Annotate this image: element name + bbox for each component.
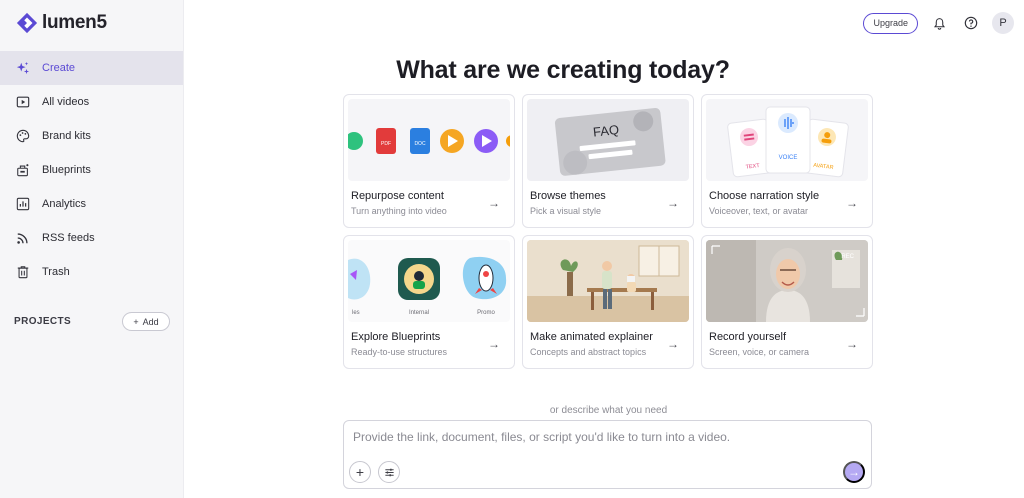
create-options-grid: PDF DOC Repurpose content Turn anything …	[343, 94, 874, 369]
card-subtitle: Voiceover, text, or avatar	[709, 206, 809, 216]
sidebar: lumen5 Create All videos Brand kits Blue…	[0, 0, 184, 498]
card-title: Make animated explainer	[530, 331, 653, 343]
card-title: Repurpose content	[351, 190, 444, 202]
arrow-right-icon: →	[488, 337, 500, 351]
projects-label: PROJECTS	[14, 316, 72, 327]
faq-label: FAQ	[592, 122, 619, 140]
card-media: PDF DOC	[348, 99, 510, 181]
plus-icon: +	[133, 316, 139, 327]
help-icon[interactable]	[960, 12, 982, 34]
card-media: TEXT AVATAR VOICE	[706, 99, 868, 181]
sidebar-item-create[interactable]: Create	[0, 51, 183, 85]
sidebar-item-trash[interactable]: Trash	[0, 255, 183, 289]
card-title: Choose narration style	[709, 190, 820, 202]
card-repurpose-content[interactable]: PDF DOC Repurpose content Turn anything …	[343, 94, 515, 228]
card-animated-explainer[interactable]: Make animated explainer Concepts and abs…	[522, 235, 694, 369]
card-subtitle: Ready-to-use structures	[351, 347, 448, 357]
add-project-label: Add	[142, 316, 159, 327]
card-subtitle: Pick a visual style	[530, 206, 602, 216]
sidebar-item-brand-kits[interactable]: Brand kits	[0, 119, 183, 153]
plus-icon: +	[355, 464, 365, 480]
arrow-right-icon: →	[846, 196, 858, 210]
logo-text: lumen5	[42, 12, 107, 33]
sidebar-nav: Create All videos Brand kits Blueprints	[0, 51, 183, 289]
rss-icon	[16, 231, 30, 245]
pdf-label: PDF	[381, 141, 391, 147]
topbar: Upgrade P	[863, 12, 1014, 34]
file-types-illustration: PDF DOC	[348, 128, 510, 154]
user-avatar[interactable]: P	[992, 12, 1014, 34]
palette-icon	[16, 129, 30, 143]
blueprint-icon	[16, 163, 30, 177]
narration-styles-illustration: TEXT AVATAR VOICE	[727, 106, 849, 178]
app-root: lumen5 Create All videos Brand kits Blue…	[0, 0, 1024, 498]
rec-label: REC	[841, 254, 854, 260]
settings-sliders-button[interactable]	[378, 461, 400, 483]
arrow-right-icon: →	[848, 465, 860, 479]
blueprint-label-3: Promo	[477, 310, 495, 316]
blueprints-illustration: les Internal Promo	[348, 256, 507, 316]
card-media: FAQ	[527, 99, 689, 181]
card-explore-blueprints[interactable]: les Internal Promo Explore Blueprints Re…	[343, 235, 515, 369]
arrow-right-icon: →	[846, 337, 858, 351]
arrow-right-icon: →	[667, 337, 679, 351]
lumen5-logo-icon	[16, 12, 38, 34]
sidebar-item-label: Blueprints	[42, 164, 91, 176]
record-preview-illustration: REC	[706, 240, 868, 322]
logo[interactable]: lumen5	[16, 12, 107, 34]
sidebar-item-rss-feeds[interactable]: RSS feeds	[0, 221, 183, 255]
sparkle-icon	[16, 61, 30, 75]
sidebar-item-label: Create	[42, 62, 76, 74]
card-title: Browse themes	[530, 190, 606, 202]
video-icon	[16, 95, 30, 109]
sidebar-item-label: All videos	[42, 96, 90, 108]
card-choose-narration[interactable]: TEXT AVATAR VOICE Choose narration style…	[701, 94, 873, 228]
sidebar-item-label: Analytics	[42, 198, 87, 210]
explainer-scene-illustration	[527, 240, 689, 322]
prompt-box[interactable]: Provide the link, document, files, or sc…	[343, 420, 872, 489]
bell-icon[interactable]	[928, 12, 950, 34]
prompt-input[interactable]: Provide the link, document, files, or sc…	[353, 430, 730, 444]
blueprint-label-2: Internal	[409, 310, 429, 316]
sliders-icon	[384, 468, 394, 476]
projects-section: PROJECTS + Add	[14, 312, 170, 331]
sidebar-item-label: Trash	[42, 266, 70, 278]
card-media: les Internal Promo	[348, 240, 510, 322]
arrow-right-icon: →	[488, 196, 500, 210]
card-subtitle: Turn anything into video	[351, 206, 447, 216]
blueprint-label-1: les	[352, 310, 360, 316]
voice-label: VOICE	[779, 155, 798, 161]
upgrade-button[interactable]: Upgrade	[863, 12, 918, 34]
card-media	[527, 240, 689, 322]
card-subtitle: Concepts and abstract topics	[530, 347, 647, 357]
card-browse-themes[interactable]: FAQ Browse themes Pick a visual style →	[522, 94, 694, 228]
sidebar-item-label: Brand kits	[42, 130, 91, 142]
send-button[interactable]: →	[843, 461, 865, 483]
card-title: Record yourself	[709, 331, 787, 343]
add-attachment-button[interactable]: +	[349, 461, 371, 483]
theme-preview-illustration: FAQ	[554, 107, 666, 176]
card-record-yourself[interactable]: REC Record yourself Screen, voice, or ca…	[701, 235, 873, 369]
doc-label: DOC	[414, 141, 426, 147]
add-project-button[interactable]: + Add	[122, 312, 170, 331]
card-title: Explore Blueprints	[351, 331, 441, 343]
card-subtitle: Screen, voice, or camera	[709, 347, 810, 357]
sidebar-item-analytics[interactable]: Analytics	[0, 187, 183, 221]
page-title: What are we creating today?	[396, 56, 730, 84]
sidebar-item-label: RSS feeds	[42, 232, 95, 244]
describe-label: or describe what you need	[549, 405, 668, 416]
arrow-right-icon: →	[667, 196, 679, 210]
chart-icon	[16, 197, 30, 211]
card-media: REC	[706, 240, 868, 322]
sidebar-item-blueprints[interactable]: Blueprints	[0, 153, 183, 187]
sidebar-item-all-videos[interactable]: All videos	[0, 85, 183, 119]
trash-icon	[16, 265, 30, 279]
